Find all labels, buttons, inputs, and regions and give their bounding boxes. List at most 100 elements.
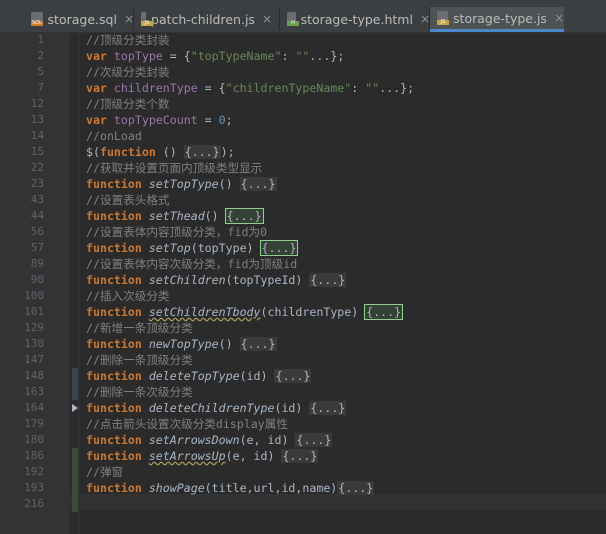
line-number: 89 [30,257,44,270]
folded-region[interactable]: {...} [239,177,277,191]
code-token: (topTypeId) [225,273,310,287]
line-number: 180 [24,433,44,446]
code-line: //设置表头格式 [86,192,170,208]
code-token: //设置表头格式 [86,193,170,207]
code-token: //点击箭头设置次级分类display属性 [86,417,288,431]
line-number: 100 [24,289,44,302]
line-number: 179 [24,417,44,430]
tab-separator [279,8,280,30]
code-line: //次级分类封装 [86,64,170,80]
tab-patch-children-js[interactable]: JS patch-children.js × [134,7,272,31]
tab-storage-type-js[interactable]: JS storage-type.js × [430,7,564,32]
code-token: //弹窗 [86,465,124,479]
code-line: function setTopType() {...} [86,176,277,192]
code-token: //次级分类封装 [86,65,170,79]
folded-region[interactable]: {...} [224,208,264,224]
folded-region[interactable]: {...} [239,337,277,351]
folded-region[interactable]: {...} [183,145,221,159]
folded-region[interactable]: {...} [337,481,375,495]
code-token: ...}; [309,49,345,63]
line-number: 147 [24,353,44,366]
fold-arrow-icon[interactable] [72,404,78,412]
code-token: (e, id) [225,449,282,463]
tab-label: storage-type.html [300,11,413,27]
code-token: = [197,113,219,127]
tab-label: patch-children.js [151,11,255,27]
code-token: //设置表体内容顶级分类，fid为0 [86,225,268,239]
code-token: setTopType [148,177,219,191]
code-editor[interactable]: //顶级分类封装 var topType = {"topTypeName": ""… [70,32,606,534]
line-number: 23 [30,177,44,190]
code-line: //删除一条次级分类 [86,384,193,400]
html-file-icon: H [287,12,299,26]
added-lines-marker[interactable] [72,448,78,512]
file-type-badge: SQL [31,20,43,26]
code-line: var childrenType = {"childrenTypeName": … [86,80,414,96]
folded-region[interactable]: {...} [274,369,312,383]
line-number: 148 [24,369,44,382]
code-token: showPage [148,481,205,495]
code-token: "childrenTypeName" [225,81,352,95]
sql-file-icon: SQL [31,12,43,26]
code-token: () [155,145,184,159]
code-line: //顶级分类个数 [86,96,170,112]
code-token: deleteChildrenType [148,401,275,415]
js-file-icon: JS [141,12,153,26]
code-token: ); [220,145,235,159]
code-token: function [86,337,149,351]
code-line: function setChildrenTbody(childrenType) … [86,304,404,320]
tab-storage-sql[interactable]: SQL storage.sql × [24,7,134,31]
folded-region[interactable]: {...} [259,240,299,256]
line-number: 44 [30,209,44,222]
code-token: (topType) [190,241,261,255]
line-number: 130 [24,337,44,350]
folded-region[interactable]: {...} [295,433,333,447]
code-token: ; [225,113,233,127]
code-token: (e, id) [239,433,296,447]
code-line: function setTop(topType) {...} [86,240,299,256]
line-number: 186 [24,449,44,462]
line-number: 192 [24,465,44,478]
folded-region[interactable]: {...} [309,273,347,287]
code-line: var topTypeCount = 0; [86,112,233,128]
line-number: 15 [30,145,44,158]
code-line: function setArrowsUp(e, id) {...} [86,448,319,464]
line-number: 7 [37,81,44,94]
code-token: function [86,433,149,447]
tab-separator [429,8,430,30]
code-token: //onLoad [86,129,142,143]
code-token: (childrenType) [260,305,366,319]
folded-region[interactable]: {...} [281,449,319,463]
code-token: function [86,273,149,287]
file-type-badge: JS [141,21,153,26]
code-token: = { [162,49,191,63]
code-token: //获取并设置页面内顶级类型显示 [86,161,263,175]
folded-region[interactable]: {...} [364,304,404,320]
code-token: var [86,49,114,63]
line-number: 5 [37,65,44,78]
line-number: 164 [24,401,44,414]
code-line: //设置表体内容次级分类，fid为顶级id [86,256,297,272]
code-line: //点击箭头设置次级分类display属性 [86,416,288,432]
tab-storage-type-html[interactable]: Hstorage-type.html × [280,7,430,31]
close-icon[interactable]: × [262,12,272,26]
code-token: (id) [239,369,275,383]
code-token: "" [365,81,380,95]
code-line: function setChildren(topTypeId) {...} [86,272,347,288]
code-token: //顶级分类个数 [86,97,170,111]
code-token: () [218,337,240,351]
code-line: //弹窗 [86,464,123,480]
code-token: (title,url,id,name) [204,481,338,495]
code-line: function deleteTopType(id) {...} [86,368,312,384]
close-icon[interactable]: × [554,11,564,25]
modified-lines-marker[interactable] [72,368,78,400]
code-line: //获取并设置页面内顶级类型显示 [86,160,262,176]
code-line: function newTopType() {...} [86,336,277,352]
folded-region[interactable]: {...} [309,401,347,415]
line-number-gutter: 1 2 5 7 12 13 14 15 22 23 43 44 56 57 89 90 100 101 129 130… [0,32,70,534]
code-token: //插入次级分类 [86,289,170,303]
file-type-badge: JS [437,20,449,25]
code-token: () [218,177,240,191]
code-token: topTypeCount [113,113,198,127]
editor-tab-bar: SQL storage.sql × JS patch-children.js × Hstor… [0,0,606,33]
